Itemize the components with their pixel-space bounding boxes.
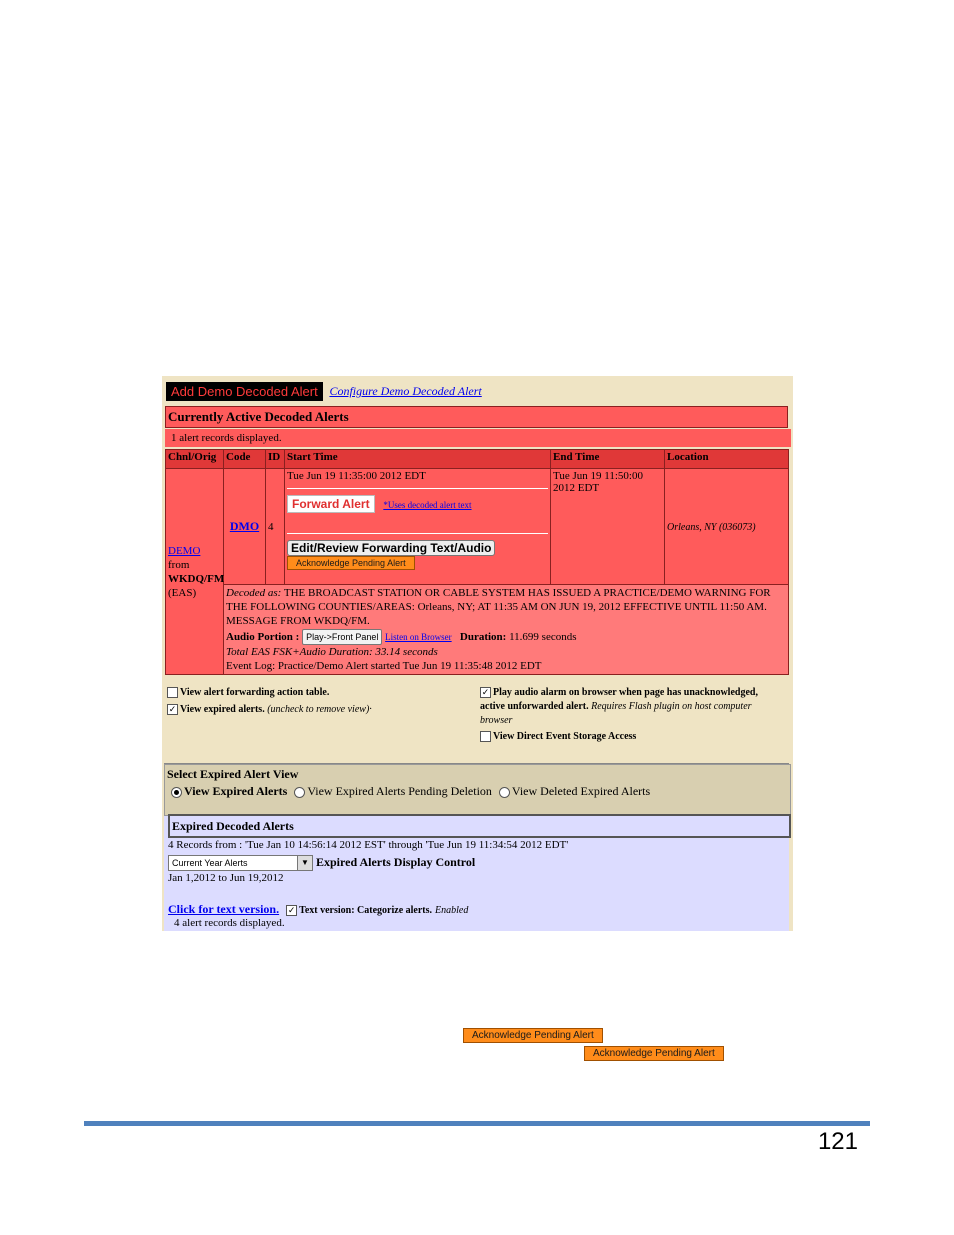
decoded-detail-cell: Decoded as: THE BROADCAST STATION OR CAB… <box>223 584 789 675</box>
decoded-text-block: Decoded as: THE BROADCAST STATION OR CAB… <box>226 586 786 628</box>
text-version-checkbox[interactable]: ✓ <box>286 904 298 916</box>
detail-row: Decoded as: THE BROADCAST STATION OR CAB… <box>166 584 789 675</box>
uses-decoded-text-link[interactable]: *Uses decoded alert text <box>383 500 471 510</box>
expired-decoded-title: Expired Decoded Alerts <box>168 814 791 838</box>
table-header-row: Chnl/Orig Code ID Start Time End Time Lo… <box>165 449 789 469</box>
audio-line: Audio Portion : Play->Front Panel Listen… <box>226 629 786 645</box>
view-forwarding-label: View alert forwarding action table. <box>180 687 330 698</box>
chevron-down-icon: ▼ <box>297 856 312 871</box>
enabled-label: Enabled <box>435 905 469 916</box>
view-expired-checkbox[interactable]: ✓ <box>167 704 178 716</box>
id-cell: 4 <box>265 468 285 585</box>
listen-on-browser-link[interactable]: Listen on Browser <box>385 632 452 642</box>
expired-range-dropdown[interactable]: Current Year Alerts ▼ <box>168 855 313 872</box>
header-id: ID <box>265 449 285 469</box>
view-expired-note: (uncheck to remove view)· <box>267 704 372 715</box>
decoded-text: THE BROADCAST STATION OR CABLE SYSTEM HA… <box>226 587 771 627</box>
acknowledge-pending-alert-sample-1[interactable]: Acknowledge Pending Alert <box>463 1028 603 1043</box>
start-time: Tue Jun 19 11:35:00 2012 EDT <box>287 470 426 482</box>
chnl-orig-cell: DEMO from WKDQ/FM (EAS) <box>165 468 225 675</box>
location-cell: Orleans, NY (036073) <box>664 468 789 585</box>
radio-deleted-expired[interactable] <box>498 786 510 798</box>
audio-label: Audio Portion : <box>226 631 300 643</box>
acknowledge-pending-alert-button[interactable]: Acknowledge Pending Alert <box>287 556 415 570</box>
text-version-link[interactable]: Click for text version. <box>168 902 279 916</box>
header-location: Location <box>664 449 789 469</box>
acknowledge-pending-alert-sample-2[interactable]: Acknowledge Pending Alert <box>584 1046 724 1061</box>
page-number: 121 <box>817 1128 858 1155</box>
direct-storage-label: View Direct Event Storage Access <box>493 731 637 742</box>
select-expired-title: Select Expired Alert View <box>167 767 299 781</box>
chnl-from: from <box>168 558 190 571</box>
table-row: DEMO from WKDQ/FM (EAS) DMO 4 Tue Jun 19… <box>165 468 789 675</box>
edit-forwarding-button[interactable]: Edit/Review Forwarding Text/Audio <box>287 540 496 556</box>
view-expired-label: View expired alerts. <box>180 704 265 715</box>
header-code: Code <box>223 449 266 469</box>
radio-pending-deletion[interactable] <box>294 786 306 798</box>
play-audio-checkbox[interactable]: ✓ <box>480 687 491 699</box>
dropdown-value: Current Year Alerts <box>172 858 248 869</box>
play-front-panel-button[interactable]: Play->Front Panel <box>302 629 383 645</box>
radio-deleted-expired-label: View Deleted Expired Alerts <box>511 784 651 798</box>
footer-rule <box>84 1121 870 1126</box>
forward-alert-button[interactable]: Forward Alert <box>287 495 375 513</box>
duration-value: 11.699 seconds <box>509 631 577 643</box>
header-start-time: Start Time <box>284 449 551 469</box>
display-control-row: Current Year Alerts ▼ Expired Alerts Disp… <box>168 855 476 872</box>
display-control-label: Expired Alerts Display Control <box>316 855 476 869</box>
duration-label: Duration: <box>459 631 507 643</box>
decoded-label: Decoded as: <box>226 587 282 599</box>
active-alerts-table: Chnl/Orig Code ID Start Time End Time Lo… <box>165 449 789 675</box>
active-alerts-title: Currently Active Decoded Alerts <box>165 406 788 428</box>
text-version-row: Click for text version. ✓ Text version: C… <box>168 902 468 917</box>
alerts-displayed: 4 alert records displayed. <box>174 917 285 929</box>
expired-alerts-panel: Select Expired Alert View View Expired A… <box>164 763 791 931</box>
start-time-cell: Tue Jun 19 11:35:00 2012 EDT Forward Ale… <box>284 468 551 585</box>
configure-demo-alert-link[interactable]: Configure Demo Decoded Alert <box>329 384 481 398</box>
records-displayed: 1 alert records displayed. <box>165 429 791 447</box>
date-range: Jan 1,2012 to Jun 19,2012 <box>168 872 284 884</box>
header-end-time: End Time <box>550 449 665 469</box>
radio-view-expired[interactable] <box>171 786 182 798</box>
total-duration: Total EAS FSK+Audio Duration: 33.14 seco… <box>226 646 438 658</box>
records-range: 4 Records from : 'Tue Jan 10 14:56:14 20… <box>168 839 569 851</box>
demo-channel-link[interactable]: DEMO <box>168 545 200 557</box>
direct-storage-checkbox[interactable] <box>480 731 491 743</box>
view-expired-option: ✓ View expired alerts. (uncheck to remove… <box>167 703 467 717</box>
text-version-label: Text version: Categorize alerts. <box>299 905 433 916</box>
expired-view-radios: View Expired Alerts View Expired Alerts … <box>171 784 650 799</box>
add-demo-alert-button[interactable]: Add Demo Decoded Alert <box>166 382 323 401</box>
chnl-type: (EAS) <box>168 586 197 599</box>
top-bar: Add Demo Decoded Alert Configure Demo De… <box>166 382 482 401</box>
header-chnl-orig: Chnl/Orig <box>165 449 224 469</box>
code-cell: DMO <box>223 468 266 585</box>
end-time-cell: Tue Jun 19 11:50:00 2012 EDT <box>550 468 665 585</box>
chnl-station: WKDQ/FM <box>168 572 225 585</box>
alert-code-link[interactable]: DMO <box>230 519 259 533</box>
play-audio-option: ✓ Play audio alarm on browser when page h… <box>480 686 780 728</box>
view-forwarding-checkbox[interactable] <box>167 687 178 699</box>
radio-pending-deletion-label: View Expired Alerts Pending Deletion <box>307 784 492 798</box>
radio-view-expired-label: View Expired Alerts <box>184 784 288 798</box>
location: Orleans, NY (036073) <box>667 521 756 533</box>
alert-screenshot: Add Demo Decoded Alert Configure Demo De… <box>162 376 793 931</box>
direct-storage-option: View Direct Event Storage Access <box>480 730 780 744</box>
select-expired-view: Select Expired Alert View View Expired A… <box>164 764 791 816</box>
view-forwarding-option: View alert forwarding action table. <box>167 686 467 700</box>
event-log: Event Log: Practice/Demo Alert started T… <box>226 660 542 672</box>
